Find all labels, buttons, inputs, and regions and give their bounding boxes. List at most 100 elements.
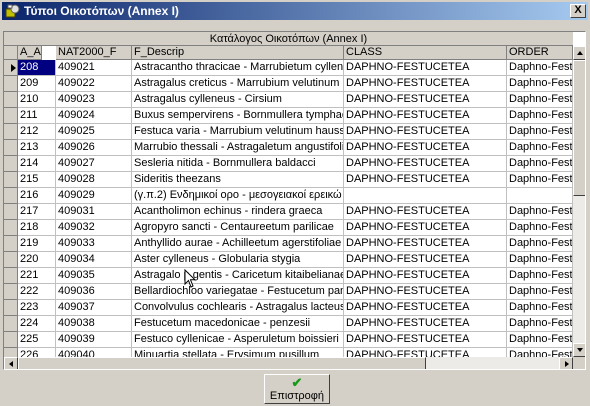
cell-nat2000[interactable]: 409032 <box>56 220 132 236</box>
cell-class[interactable]: DAPHNO-FESTUCETEA <box>344 60 507 76</box>
row-indicator[interactable] <box>4 332 18 348</box>
cell-order[interactable]: Daphno-Festu <box>507 220 573 236</box>
table-row[interactable]: 223 409037 Convolvulus cochlearis - Astrag… <box>4 300 573 316</box>
cell-order[interactable]: Daphno-Festu <box>507 92 573 108</box>
cell-nat2000[interactable]: 409037 <box>56 300 132 316</box>
cell-class[interactable]: DAPHNO-FESTUCETEA <box>344 332 507 348</box>
row-indicator[interactable] <box>4 220 18 236</box>
cell-aa[interactable]: 218 <box>18 220 56 236</box>
return-button[interactable]: ✔ Επιστροφή <box>264 374 330 404</box>
cell-order[interactable]: Daphno-Festu <box>507 172 573 188</box>
row-indicator[interactable] <box>4 172 18 188</box>
cell-fdescrip[interactable]: Convolvulus cochlearis - Astragalus lact… <box>132 300 344 316</box>
table-row[interactable]: 214 409027 Sesleria nitida - Bornmullera b… <box>4 156 573 172</box>
cell-fdescrip[interactable]: Astragalus creticus - Marrubium velutinu… <box>132 76 344 92</box>
cell-aa[interactable]: 216 <box>18 188 56 204</box>
cell-nat2000[interactable]: 409023 <box>56 92 132 108</box>
cell-fdescrip[interactable]: Anthyllido aurae - Achilleetum agerstifo… <box>132 236 344 252</box>
cell-fdescrip[interactable]: Marrubio thessali - Astragaletum angusti… <box>132 140 344 156</box>
cell-fdescrip[interactable]: Acantholimon echinus - rindera graeca <box>132 204 344 220</box>
cell-class[interactable]: DAPHNO-FESTUCETEA <box>344 124 507 140</box>
cell-nat2000[interactable]: 409034 <box>56 252 132 268</box>
cell-order[interactable]: Daphno-Festu <box>507 124 573 140</box>
cell-class[interactable]: DAPHNO-FESTUCETEA <box>344 300 507 316</box>
cell-order[interactable]: Daphno-Festu <box>507 60 573 76</box>
cell-class[interactable]: DAPHNO-FESTUCETEA <box>344 92 507 108</box>
cell-fdescrip[interactable]: Astragalo p gentis - Caricetum kitaibeli… <box>132 268 344 284</box>
cell-fdescrip[interactable]: (γ.π.2) Ενδημικοί ορο - μεσογειακοί ερει… <box>132 188 344 204</box>
scroll-down-button[interactable] <box>573 343 585 357</box>
cell-aa[interactable]: 220 <box>18 252 56 268</box>
row-indicator[interactable] <box>4 204 18 220</box>
cell-class[interactable]: DAPHNO-FESTUCETEA <box>344 316 507 332</box>
cell-aa[interactable]: 208 <box>18 60 56 76</box>
row-indicator[interactable] <box>4 268 18 284</box>
table-row[interactable]: 220 409034 Aster cylleneus - Globularia st… <box>4 252 573 268</box>
row-indicator[interactable] <box>4 284 18 300</box>
cell-class[interactable]: DAPHNO-FESTUCETEA <box>344 236 507 252</box>
cell-order[interactable]: Daphno-Festu <box>507 268 573 284</box>
cell-nat2000[interactable]: 409029 <box>56 188 132 204</box>
data-grid[interactable]: Κατάλογος Οικοτόπων (Annex I) A_A NAT2000… <box>3 31 586 370</box>
close-button[interactable]: X <box>570 4 586 18</box>
cell-fdescrip[interactable]: Bellardiochloo variegatae - Festucetum p… <box>132 284 344 300</box>
row-indicator[interactable] <box>4 60 18 76</box>
cell-aa[interactable]: 212 <box>18 124 56 140</box>
cell-aa[interactable]: 224 <box>18 316 56 332</box>
cell-order[interactable]: Daphno-Festu <box>507 284 573 300</box>
cell-class[interactable]: DAPHNO-FESTUCETEA <box>344 156 507 172</box>
table-row[interactable]: 224 409038 Festucetum macedonicae - penzes… <box>4 316 573 332</box>
table-row[interactable]: 213 409026 Marrubio thessali - Astragaletu… <box>4 140 573 156</box>
cell-class[interactable]: DAPHNO-FESTUCETEA <box>344 220 507 236</box>
col-header-order[interactable]: ORDER <box>507 46 573 60</box>
cell-class[interactable]: DAPHNO-FESTUCETEA <box>344 284 507 300</box>
cell-aa[interactable]: 223 <box>18 300 56 316</box>
cell-fdescrip[interactable]: Sideritis theezans <box>132 172 344 188</box>
col-header-class[interactable]: CLASS <box>344 46 507 60</box>
cell-nat2000[interactable]: 409035 <box>56 268 132 284</box>
cell-nat2000[interactable]: 409031 <box>56 204 132 220</box>
cell-nat2000[interactable]: 409027 <box>56 156 132 172</box>
table-row[interactable]: 221 409035 Astragalo p gentis - Caricetum … <box>4 268 573 284</box>
table-row[interactable]: 210 409023 Astragalus cylleneus - Cirsium D… <box>4 92 573 108</box>
cell-fdescrip[interactable]: Astragalus cylleneus - Cirsium <box>132 92 344 108</box>
cell-fdescrip[interactable]: Festuca varia - Marrubium velutinum haus… <box>132 124 344 140</box>
cell-nat2000[interactable]: 409025 <box>56 124 132 140</box>
table-row[interactable]: 211 409024 Buxus sempervirens - Bornmuller… <box>4 108 573 124</box>
cell-aa[interactable]: 210 <box>18 92 56 108</box>
table-row[interactable]: 209 409022 Astragalus creticus - Marrubium… <box>4 76 573 92</box>
row-indicator[interactable] <box>4 316 18 332</box>
cell-nat2000[interactable]: 409024 <box>56 108 132 124</box>
cell-fdescrip[interactable]: Sesleria nitida - Bornmullera baldacci <box>132 156 344 172</box>
row-indicator[interactable] <box>4 124 18 140</box>
table-row[interactable]: 218 409032 Agropyro sancti - Centaureetum … <box>4 220 573 236</box>
table-row[interactable]: 225 409039 Festuco cyllenicae - Asperuletu… <box>4 332 573 348</box>
cell-nat2000[interactable]: 409021 <box>56 60 132 76</box>
cell-class[interactable]: DAPHNO-FESTUCETEA <box>344 108 507 124</box>
title-bar[interactable]: Τύποι Οικοτόπων (Annex I) X <box>2 2 588 20</box>
scroll-up-button[interactable] <box>573 46 585 60</box>
cell-class[interactable]: DAPHNO-FESTUCETEA <box>344 172 507 188</box>
cell-order[interactable]: Daphno-Festu <box>507 252 573 268</box>
row-indicator[interactable] <box>4 76 18 92</box>
row-indicator[interactable] <box>4 236 18 252</box>
table-row[interactable]: 215 409028 Sideritis theezans DAPHNO-FESTUC… <box>4 172 573 188</box>
table-row[interactable]: 212 409025 Festuca varia - Marrubium velut… <box>4 124 573 140</box>
row-indicator[interactable] <box>4 188 18 204</box>
cell-order[interactable]: Daphno-Festu <box>507 332 573 348</box>
cell-class[interactable]: DAPHNO-FESTUCETEA <box>344 268 507 284</box>
cell-nat2000[interactable]: 409038 <box>56 316 132 332</box>
cell-nat2000[interactable]: 409036 <box>56 284 132 300</box>
cell-order[interactable] <box>507 188 573 204</box>
col-header-nat2000[interactable]: NAT2000_F <box>56 46 132 60</box>
cell-order[interactable]: Daphno-Festu <box>507 300 573 316</box>
row-indicator[interactable] <box>4 300 18 316</box>
table-row[interactable]: 217 409031 Acantholimon echinus - rindera … <box>4 204 573 220</box>
cell-nat2000[interactable]: 409033 <box>56 236 132 252</box>
horizontal-scrollbar[interactable] <box>4 357 573 369</box>
cell-aa[interactable]: 214 <box>18 156 56 172</box>
cell-order[interactable]: Daphno-Festu <box>507 140 573 156</box>
cell-nat2000[interactable]: 409028 <box>56 172 132 188</box>
cell-order[interactable]: Daphno-Festu <box>507 316 573 332</box>
cell-aa[interactable]: 219 <box>18 236 56 252</box>
